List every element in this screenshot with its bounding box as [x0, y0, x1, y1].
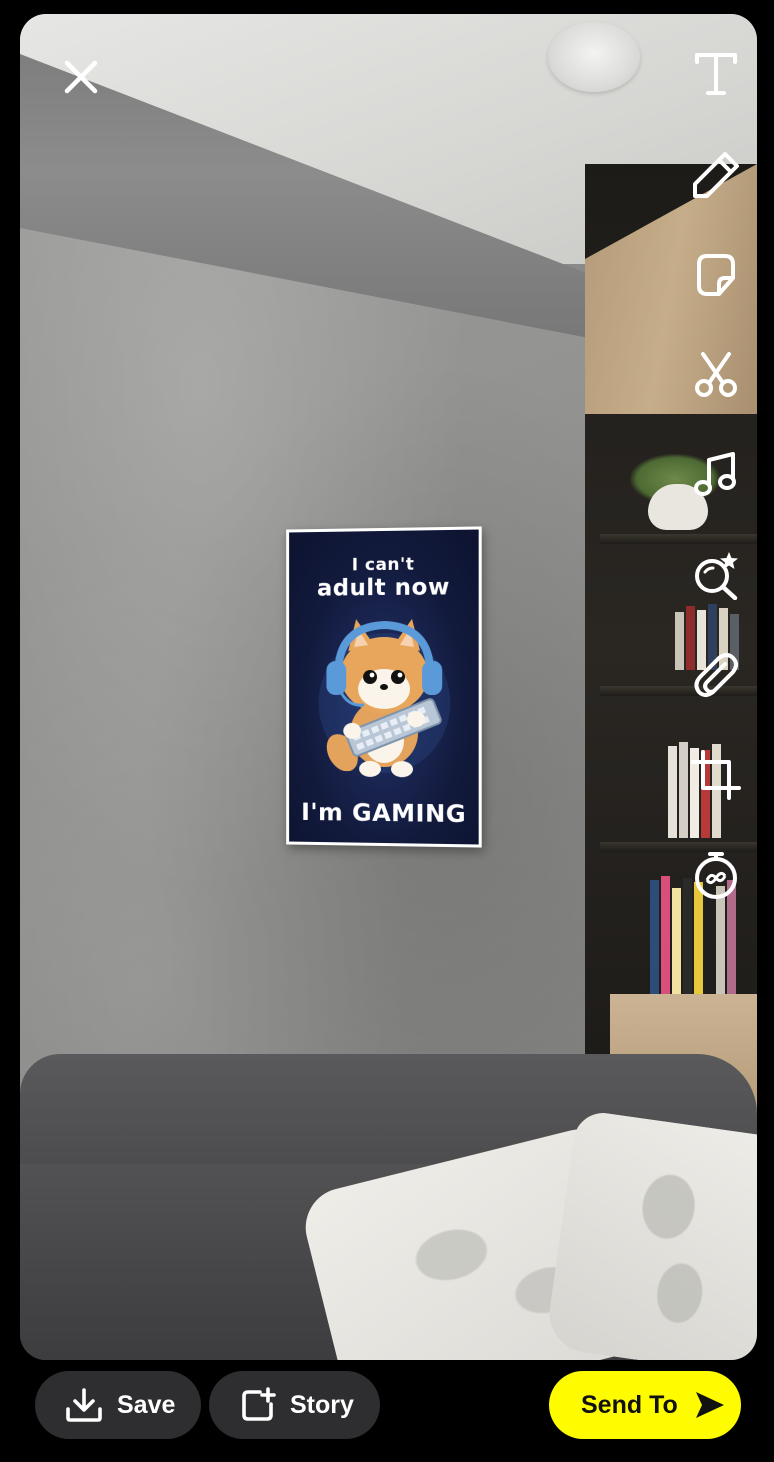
music-note-icon	[694, 452, 736, 496]
pencil-icon	[693, 152, 739, 198]
timer-tool[interactable]	[688, 847, 744, 903]
paperclip-icon	[694, 653, 738, 697]
gaming-poster: I can't adult now I'm GAMING	[286, 526, 482, 848]
ceiling-light	[548, 22, 640, 92]
poster-text-line-2: adult now	[317, 574, 450, 602]
poster-artwork: I can't adult now I'm GAMING	[289, 529, 479, 845]
close-icon	[64, 60, 98, 94]
crop-icon	[691, 750, 741, 800]
lens-search-tool[interactable]	[688, 547, 744, 603]
story-label: Story	[290, 1390, 354, 1419]
music-tool[interactable]	[688, 447, 744, 503]
sticker-icon	[697, 254, 735, 296]
attachment-tool[interactable]	[688, 647, 744, 703]
snap-preview: I can't adult now I'm GAMING	[20, 14, 757, 1360]
download-icon	[66, 1388, 102, 1422]
pillow	[544, 1109, 757, 1360]
draw-tool[interactable]	[688, 147, 744, 203]
timer-icon	[695, 852, 737, 899]
story-button[interactable]: Story	[209, 1371, 380, 1439]
add-story-icon	[242, 1387, 276, 1421]
crop-tool[interactable]	[688, 747, 744, 803]
send-arrow-icon	[695, 1392, 724, 1418]
save-button[interactable]: Save	[35, 1371, 201, 1439]
room-photo: I can't adult now I'm GAMING	[20, 14, 757, 1360]
scissors-icon	[695, 352, 737, 397]
poster-text-line-1: I can't	[351, 554, 415, 576]
close-button[interactable]	[58, 54, 104, 100]
scissors-tool[interactable]	[688, 347, 744, 403]
shiba-gamer-illustration	[318, 602, 451, 778]
save-label: Save	[117, 1390, 176, 1419]
text-icon	[695, 53, 737, 95]
shelf	[600, 534, 757, 544]
lens-search-icon	[695, 552, 738, 600]
sticker-tool[interactable]	[688, 247, 744, 303]
poster-text-line-3: I'm GAMING	[301, 798, 467, 829]
send-to-button[interactable]: Send To	[549, 1371, 741, 1439]
text-tool[interactable]	[688, 46, 744, 102]
send-to-label: Send To	[581, 1390, 678, 1419]
